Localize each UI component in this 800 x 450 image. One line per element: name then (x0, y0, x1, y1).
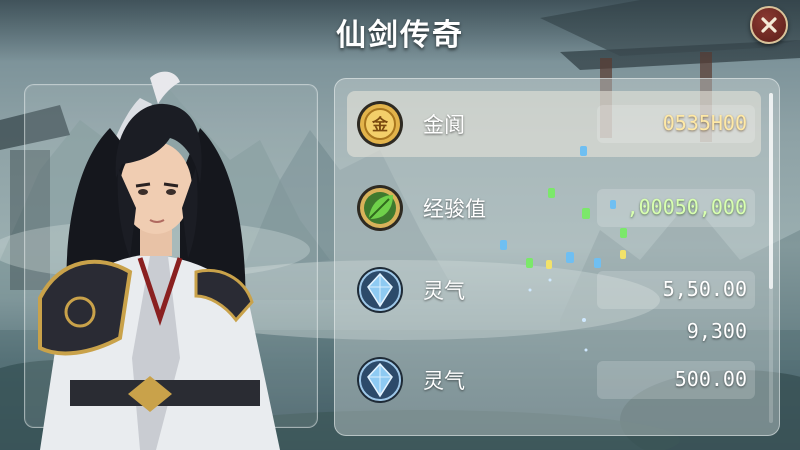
scrollbar-thumb[interactable] (769, 93, 773, 289)
stat-row-spirit-2[interactable]: 灵气 500.00 (347, 347, 761, 413)
crystal-icon (357, 357, 403, 403)
stat-row-gold[interactable]: 金 金阆 0535H00 (347, 91, 761, 157)
stat-label: 金阆 (423, 113, 465, 137)
close-icon (761, 17, 777, 33)
stat-value: 500.00 (674, 367, 747, 391)
close-button[interactable] (750, 6, 788, 44)
stat-row-spirit[interactable]: 灵气 5,50.00 9,300 (347, 257, 761, 357)
stat-label: 灵气 (423, 279, 465, 303)
crystal-icon (357, 267, 403, 313)
stat-value: 5,50.00 (662, 277, 747, 301)
leaf-icon (357, 185, 403, 231)
coin-glyph: 金 (371, 115, 389, 134)
stat-label: 灵气 (423, 369, 465, 393)
hero-portrait (38, 71, 280, 450)
stat-value-secondary: 9,300 (686, 319, 747, 343)
stats-panel: 金 金阆 0535H00 经骏值 ,00050,000 灵气 5,50.00 9… (334, 78, 780, 436)
stat-label: 经骏值 (423, 197, 486, 221)
stat-value: 0535H00 (662, 111, 747, 135)
stat-value: ,00050,000 (626, 195, 747, 219)
stat-row-experience[interactable]: 经骏值 ,00050,000 (347, 175, 761, 241)
gold-coin-icon: 金 (357, 101, 403, 147)
page-title: 仙剑传奇 (336, 18, 464, 53)
